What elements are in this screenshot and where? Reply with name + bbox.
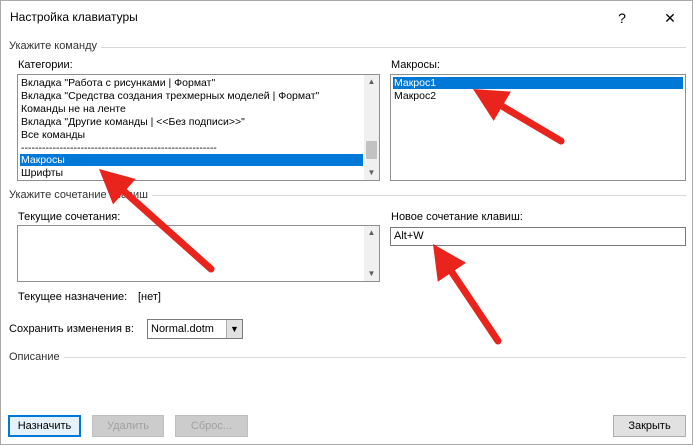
title-bar: Настройка клавиатуры ? ✕: [1, 1, 692, 33]
save-changes-select[interactable]: Normal.dotm ▼: [147, 319, 243, 339]
macro-item[interactable]: Макрос1: [393, 77, 683, 89]
reset-button[interactable]: Сброс...: [175, 415, 248, 437]
category-item[interactable]: Шрифты: [20, 167, 63, 179]
description-label: Описание: [9, 351, 64, 363]
scroll-up-icon[interactable]: ▲: [364, 75, 379, 89]
help-button[interactable]: ?: [607, 7, 637, 29]
section-divider: [9, 357, 686, 358]
keyboard-customize-dialog: Настройка клавиатуры ? ✕ Укажите команду…: [0, 0, 693, 445]
category-item[interactable]: Вкладка "Другие команды | <<Без подписи>…: [20, 116, 245, 128]
categories-label: Категории:: [18, 59, 73, 71]
shortcut-section-label: Укажите сочетание клавиш: [9, 189, 152, 201]
current-shortcuts-label: Текущие сочетания:: [18, 211, 121, 223]
assign-button[interactable]: Назначить: [8, 415, 81, 437]
scroll-thumb[interactable]: [366, 141, 377, 159]
category-item[interactable]: Вкладка "Средства создания трехмерных мо…: [20, 90, 319, 102]
chevron-down-icon[interactable]: ▼: [226, 320, 242, 338]
section-divider: [9, 47, 686, 48]
dialog-title: Настройка клавиатуры: [10, 10, 138, 24]
command-section-label: Укажите команду: [9, 40, 101, 52]
remove-button[interactable]: Удалить: [92, 415, 164, 437]
macro-item[interactable]: Макрос2: [393, 90, 436, 102]
annotation-arrow-head: [433, 244, 467, 282]
save-changes-value: Normal.dotm: [151, 323, 214, 335]
scroll-up-icon[interactable]: ▲: [364, 226, 379, 240]
category-item[interactable]: ----------------------------------------…: [20, 142, 217, 154]
new-shortcut-label: Новое сочетание клавиш:: [391, 211, 523, 223]
new-shortcut-input[interactable]: Alt+W: [390, 227, 686, 246]
current-assignment-value: [нет]: [138, 291, 161, 303]
annotation-arrow-shaft: [448, 268, 502, 345]
current-assignment-label: Текущее назначение:: [18, 291, 128, 303]
annotation-arrows: [99, 89, 565, 345]
categories-scrollbar[interactable]: ▲ ▼: [364, 75, 379, 180]
close-button[interactable]: Закрыть: [613, 415, 686, 437]
close-icon[interactable]: ✕: [655, 7, 685, 29]
category-item[interactable]: Команды не на ленте: [20, 103, 126, 115]
macros-list[interactable]: Макрос1 Макрос2: [390, 74, 686, 181]
save-changes-label: Сохранить изменения в:: [9, 323, 134, 335]
category-item[interactable]: Все команды: [20, 129, 85, 141]
scroll-down-icon[interactable]: ▼: [364, 166, 379, 180]
category-item[interactable]: Макросы: [20, 154, 363, 167]
scroll-down-icon[interactable]: ▼: [364, 267, 379, 281]
macros-label: Макросы:: [391, 59, 440, 71]
shortcuts-scrollbar[interactable]: ▲ ▼: [364, 226, 379, 281]
current-shortcuts-list[interactable]: ▲ ▼: [17, 225, 380, 282]
categories-list[interactable]: Вкладка "Работа с рисунками | Формат" Вкл…: [17, 74, 380, 181]
category-item[interactable]: Вкладка "Работа с рисунками | Формат": [20, 77, 215, 89]
